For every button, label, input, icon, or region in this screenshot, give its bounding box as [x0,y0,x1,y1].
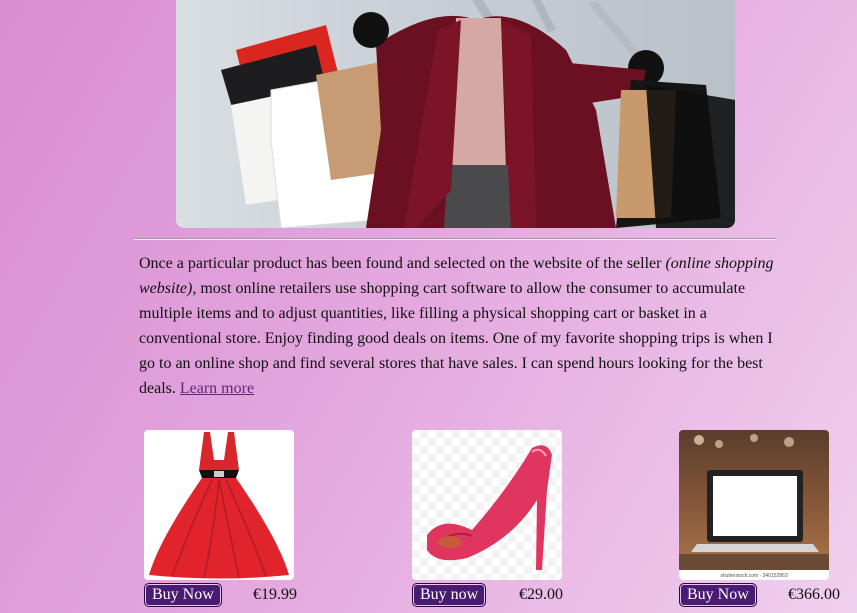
image-caption: shutterstock.com · 340152863 [720,573,788,579]
learn-more-link[interactable]: Learn more [180,380,254,397]
hero-image [176,0,735,228]
product-card-pink-heels: Buy now €29.00 [412,430,602,610]
laptop-icon [679,434,829,580]
red-dress-icon [149,432,289,579]
buy-now-button[interactable]: Buy Now [144,583,222,607]
product-price: €19.99 [253,586,297,603]
pink-heels-icon [427,445,552,570]
article-paragraph: Once a particular product has been found… [139,251,789,401]
hero-shopping-illustration [221,0,735,228]
article-text: Once a particular product has been found… [139,251,789,401]
product-image-red-dress[interactable] [144,430,294,580]
buy-now-button[interactable]: Buy Now [679,583,757,607]
buy-row: Buy Now €366.00 [679,580,857,610]
buy-now-button[interactable]: Buy now [412,583,487,607]
product-image-laptop[interactable]: shutterstock.com · 340152863 [679,430,829,580]
product-card-laptop: shutterstock.com · 340152863 Buy Now €36… [679,430,857,610]
article-text-part-1: Once a particular product has been found… [139,255,666,272]
horizontal-divider [134,238,776,240]
buy-row: Buy Now €19.99 [144,580,334,610]
product-price: €366.00 [788,586,840,603]
product-price: €29.00 [519,586,563,603]
product-image-pink-heels[interactable] [412,430,562,580]
product-card-red-dress: Buy Now €19.99 [144,430,334,610]
buy-row: Buy now €29.00 [412,580,602,610]
